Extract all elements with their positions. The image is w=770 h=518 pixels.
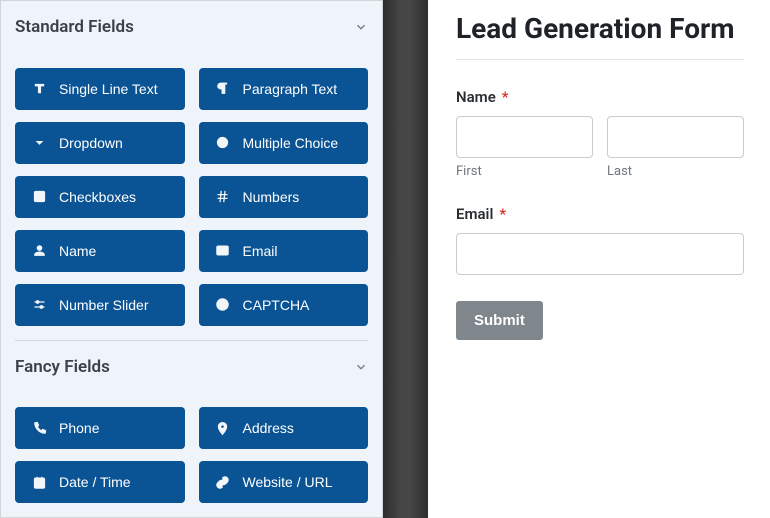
submit-button[interactable]: Submit: [456, 301, 543, 340]
field-dropdown[interactable]: Dropdown: [15, 122, 185, 164]
radio-icon: [213, 135, 233, 150]
check-icon: [29, 189, 49, 204]
hash-icon: [213, 189, 233, 204]
last-name-sublabel: Last: [607, 164, 744, 179]
fancy-fields-grid: Phone Address Date / Time Website / URL: [1, 393, 382, 517]
field-label: Email: [243, 243, 278, 259]
pin-icon: [213, 421, 233, 436]
field-phone[interactable]: Phone: [15, 407, 185, 449]
field-label: Dropdown: [59, 135, 123, 151]
standard-fields-grid: Single Line Text Paragraph Text Dropdown…: [1, 54, 382, 340]
field-paragraph-text[interactable]: Paragraph Text: [199, 68, 369, 110]
paragraph-icon: [213, 81, 233, 96]
user-icon: [29, 243, 49, 258]
email-field-block: Email *: [456, 205, 744, 275]
field-label: Phone: [59, 420, 99, 436]
field-label: Website / URL: [243, 474, 333, 490]
email-label: Email *: [456, 205, 744, 223]
required-mark: *: [499, 205, 506, 223]
name-field-block: Name * First Last: [456, 88, 744, 179]
calendar-icon: [29, 475, 49, 490]
field-label: CAPTCHA: [243, 297, 310, 313]
field-label: Date / Time: [59, 474, 131, 490]
section-title: Standard Fields: [15, 17, 134, 37]
section-header-standard[interactable]: Standard Fields: [1, 1, 382, 54]
field-label: Address: [243, 420, 294, 436]
field-label: Name: [59, 243, 96, 259]
field-label: Checkboxes: [59, 189, 136, 205]
name-label: Name *: [456, 88, 744, 106]
email-input[interactable]: [456, 233, 744, 275]
field-label: Multiple Choice: [243, 135, 339, 151]
form-title: Lead Generation Form: [456, 12, 744, 45]
chevron-down-icon: [354, 360, 368, 374]
field-numbers[interactable]: Numbers: [199, 176, 369, 218]
field-label: Paragraph Text: [243, 81, 338, 97]
field-address[interactable]: Address: [199, 407, 369, 449]
field-multiple-choice[interactable]: Multiple Choice: [199, 122, 369, 164]
last-name-input[interactable]: [607, 116, 744, 158]
field-website-url[interactable]: Website / URL: [199, 461, 369, 503]
field-label: Single Line Text: [59, 81, 158, 97]
submit-label: Submit: [474, 312, 525, 329]
field-checkboxes[interactable]: Checkboxes: [15, 176, 185, 218]
phone-icon: [29, 421, 49, 436]
required-mark: *: [502, 88, 509, 106]
field-date-time[interactable]: Date / Time: [15, 461, 185, 503]
sliders-icon: [29, 297, 49, 312]
chevron-down-icon: [354, 20, 368, 34]
form-preview: Lead Generation Form Name * First Last E…: [428, 0, 770, 518]
field-label: Numbers: [243, 189, 300, 205]
panel-gutter: [383, 0, 428, 518]
label-text: Email: [456, 205, 493, 223]
section-header-fancy[interactable]: Fancy Fields: [1, 340, 382, 393]
field-number-slider[interactable]: Number Slider: [15, 284, 185, 326]
first-name-sublabel: First: [456, 164, 593, 179]
label-text: Name: [456, 88, 496, 106]
link-icon: [213, 475, 233, 490]
field-single-line-text[interactable]: Single Line Text: [15, 68, 185, 110]
field-captcha[interactable]: CAPTCHA: [199, 284, 369, 326]
text-icon: [29, 81, 49, 96]
first-name-input[interactable]: [456, 116, 593, 158]
fields-sidebar: Standard Fields Single Line Text Paragra…: [0, 0, 383, 518]
caret-down-icon: [29, 135, 49, 150]
field-email[interactable]: Email: [199, 230, 369, 272]
title-divider: [456, 59, 744, 60]
section-title: Fancy Fields: [15, 357, 110, 377]
mail-icon: [213, 243, 233, 258]
field-label: Number Slider: [59, 297, 148, 313]
help-icon: [213, 297, 233, 312]
field-name[interactable]: Name: [15, 230, 185, 272]
